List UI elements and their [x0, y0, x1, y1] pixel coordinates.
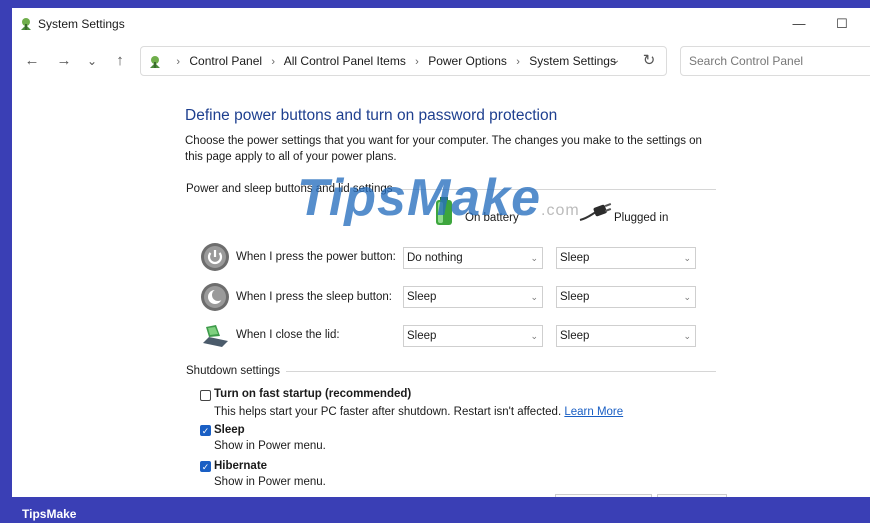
lid-row-label: When I close the lid: — [236, 329, 340, 341]
page-description: Choose the power settings that you want … — [185, 135, 702, 163]
sleep-option-description: Show in Power menu. — [214, 440, 326, 452]
page-title: Define power buttons and turn on passwor… — [185, 107, 558, 124]
select-value: Sleep — [560, 252, 590, 264]
chevron-down-icon: ⌄ — [683, 253, 691, 263]
recent-locations-button[interactable]: ⌄ — [80, 50, 104, 72]
breadcrumb-chevron-icon[interactable]: › — [265, 56, 281, 68]
hibernate-option-label: Hibernate — [214, 460, 268, 472]
chevron-down-icon: ⌄ — [530, 292, 538, 302]
learn-more-link[interactable]: Learn More — [564, 406, 623, 418]
sleep-button-plugged-select[interactable]: Sleep ⌄ — [556, 286, 696, 308]
system-settings-window: System Settings — ☐ ← → ⌄ ↑ › Control Pa… — [12, 8, 870, 497]
chevron-down-icon: ⌄ — [683, 292, 691, 302]
breadcrumb-control-panel[interactable]: Control Panel — [189, 54, 262, 68]
back-button[interactable]: ← — [20, 50, 44, 72]
main-content: Define power buttons and turn on passwor… — [12, 80, 870, 497]
search-input[interactable]: Search Control Panel — [680, 46, 870, 76]
chevron-down-icon: ⌄ — [530, 253, 538, 263]
breadcrumb-chevron-icon[interactable]: › — [170, 56, 186, 68]
cancel-button[interactable] — [657, 494, 727, 497]
power-button-plugged-select[interactable]: Sleep ⌄ — [556, 247, 696, 269]
title-bar: System Settings — ☐ — [12, 8, 870, 40]
up-button[interactable]: ↑ — [108, 50, 132, 72]
sleep-option-label: Sleep — [214, 424, 245, 436]
power-plug-icon — [579, 203, 612, 221]
chevron-down-icon: ⌄ — [530, 331, 538, 341]
chevron-down-icon: ⌄ — [683, 331, 691, 341]
lid-plugged-select[interactable]: Sleep ⌄ — [556, 325, 696, 347]
breadcrumb: › Control Panel › All Control Panel Item… — [147, 47, 616, 75]
fast-startup-description-text: This helps start your PC faster after sh… — [214, 406, 562, 418]
select-value: Sleep — [407, 291, 437, 303]
sleep-checkbox[interactable]: ✓ — [200, 425, 211, 436]
address-dropdown-icon[interactable]: ⌄ — [605, 47, 627, 75]
power-group-title: Power and sleep buttons and lid settings — [186, 183, 399, 195]
breadcrumb-chevron-icon[interactable]: › — [409, 56, 425, 68]
brand-label: TipsMake — [22, 507, 77, 521]
power-button-row-label: When I press the power button: — [236, 251, 396, 263]
hibernate-checkbox[interactable]: ✓ — [200, 461, 211, 472]
fast-startup-checkbox[interactable] — [200, 390, 211, 401]
breadcrumb-chevron-icon[interactable]: › — [510, 56, 526, 68]
address-bar[interactable]: › Control Panel › All Control Panel Item… — [140, 46, 667, 76]
select-value: Sleep — [560, 291, 590, 303]
breadcrumb-power-options[interactable]: Power Options — [428, 54, 507, 68]
navigation-row: ← → ⌄ ↑ › Control Panel › All Control Pa… — [12, 44, 870, 78]
forward-button[interactable]: → — [52, 50, 76, 72]
fast-startup-label: Turn on fast startup (recommended) — [214, 388, 412, 400]
select-value: Do nothing — [407, 252, 463, 264]
on-battery-label: On battery — [465, 212, 519, 224]
minimize-button[interactable]: — — [782, 12, 816, 36]
refresh-icon[interactable]: ↻ — [638, 47, 660, 75]
breadcrumb-system-settings[interactable]: System Settings — [529, 54, 616, 68]
fast-startup-description: This helps start your PC faster after sh… — [214, 406, 623, 418]
save-changes-button[interactable] — [555, 494, 652, 497]
shutdown-group-title: Shutdown settings — [186, 365, 286, 377]
hibernate-option-description: Show in Power menu. — [214, 476, 326, 488]
power-button-icon — [201, 243, 229, 271]
sleep-button-icon — [201, 283, 229, 311]
sleep-button-row-label: When I press the sleep button: — [236, 291, 392, 303]
battery-icon — [436, 197, 452, 225]
lid-battery-select[interactable]: Sleep ⌄ — [403, 325, 543, 347]
maximize-button[interactable]: ☐ — [825, 12, 859, 36]
control-panel-icon — [150, 55, 160, 68]
control-panel-icon — [21, 18, 31, 30]
laptop-lid-icon — [203, 325, 228, 347]
plugged-in-label: Plugged in — [614, 212, 669, 224]
select-value: Sleep — [560, 330, 590, 342]
sleep-button-battery-select[interactable]: Sleep ⌄ — [403, 286, 543, 308]
breadcrumb-all-items[interactable]: All Control Panel Items — [284, 54, 406, 68]
window-title: System Settings — [38, 17, 125, 31]
select-value: Sleep — [407, 330, 437, 342]
power-button-battery-select[interactable]: Do nothing ⌄ — [403, 247, 543, 269]
